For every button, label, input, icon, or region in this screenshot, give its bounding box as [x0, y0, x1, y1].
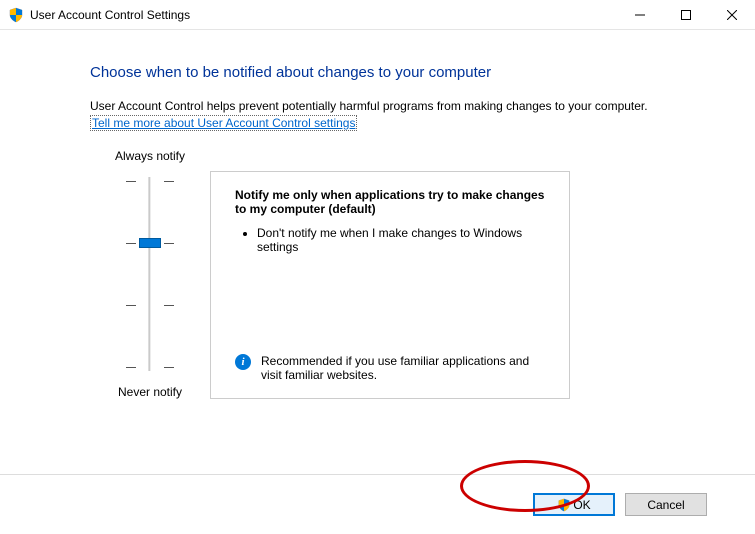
cancel-button-label: Cancel: [647, 498, 684, 512]
uac-shield-icon: [557, 498, 571, 512]
panel-footer-text: Recommended if you use familiar applicat…: [261, 354, 551, 382]
close-button[interactable]: [709, 0, 755, 29]
maximize-button[interactable]: [663, 0, 709, 29]
description-text: User Account Control helps prevent poten…: [90, 99, 695, 113]
panel-title: Notify me only when applications try to …: [235, 188, 551, 216]
notification-details-panel: Notify me only when applications try to …: [210, 171, 570, 399]
ok-button-label: OK: [573, 498, 590, 512]
slider-thumb[interactable]: [139, 238, 161, 248]
minimize-button[interactable]: [617, 0, 663, 29]
dialog-footer: OK Cancel: [0, 474, 755, 516]
window-title: User Account Control Settings: [30, 8, 190, 22]
ok-button[interactable]: OK: [533, 493, 615, 516]
content-area: Choose when to be notified about changes…: [0, 30, 755, 399]
page-heading: Choose when to be notified about changes…: [90, 64, 695, 81]
uac-shield-icon: [8, 7, 24, 23]
window-controls: [617, 0, 755, 29]
notification-slider[interactable]: [120, 169, 180, 379]
learn-more-link[interactable]: Tell me more about User Account Control …: [90, 115, 357, 131]
info-icon: i: [235, 354, 251, 370]
titlebar: User Account Control Settings: [0, 0, 755, 30]
slider-label-always: Always notify: [90, 149, 210, 163]
cancel-button[interactable]: Cancel: [625, 493, 707, 516]
panel-bullet: Don't notify me when I make changes to W…: [257, 226, 551, 254]
slider-label-never: Never notify: [90, 385, 210, 399]
